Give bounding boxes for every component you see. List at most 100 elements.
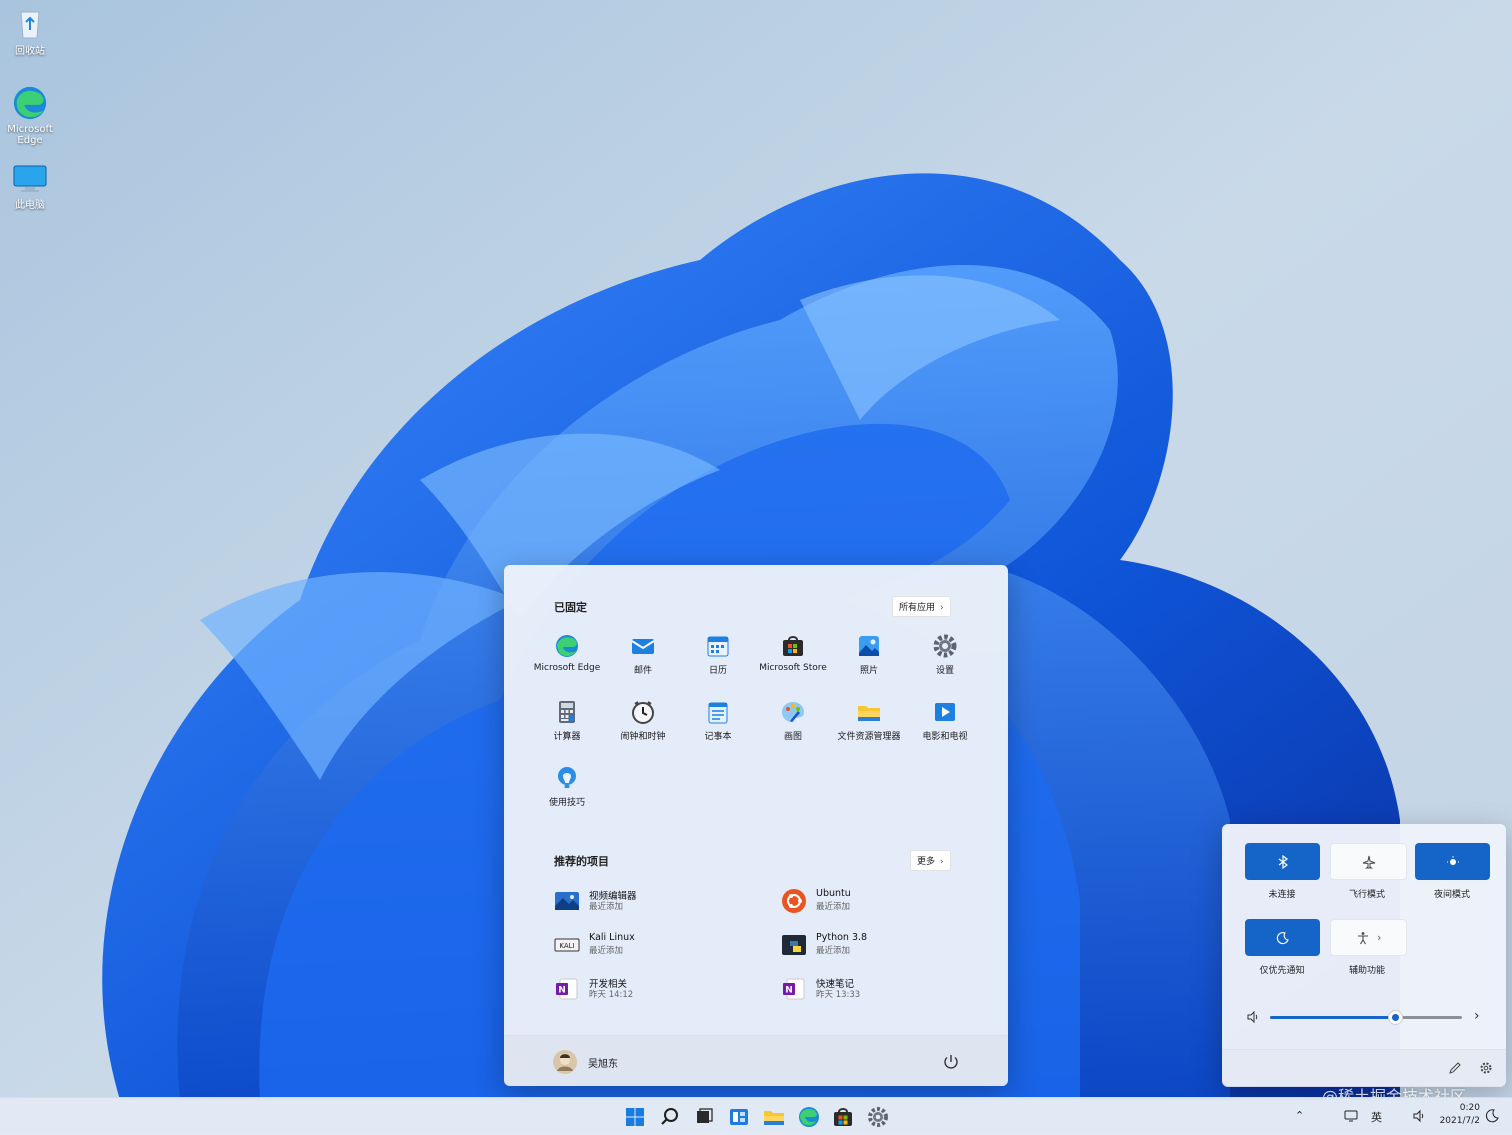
recommended-item-time: 昨天 14:12 bbox=[589, 990, 634, 1000]
desktop-icon-recycle-bin[interactable]: 回收站 bbox=[4, 6, 56, 57]
pinned-app-store[interactable]: Microsoft Store bbox=[755, 633, 831, 673]
desktop-icon-label: Microsoft Edge bbox=[7, 124, 53, 146]
pinned-app-mail[interactable]: 邮件 bbox=[605, 633, 681, 676]
recommended-item-time: 最近添加 bbox=[589, 946, 624, 956]
pinned-app-label: 计算器 bbox=[553, 732, 581, 742]
chevron-right-icon: › bbox=[940, 857, 944, 867]
clock[interactable]: 0:20 2021/7/2 bbox=[1436, 1102, 1480, 1128]
volume-icon[interactable] bbox=[1412, 1108, 1428, 1124]
settings-icon bbox=[933, 634, 957, 658]
recommended-item-video-editor[interactable]: 视频编辑器 最近添加 bbox=[554, 886, 754, 916]
svg-text:N: N bbox=[558, 986, 566, 996]
recommended-section-title: 推荐的项目 bbox=[554, 855, 609, 868]
svg-text:N: N bbox=[785, 986, 793, 996]
pinned-app-clock[interactable]: 闹钟和时钟 bbox=[605, 699, 681, 742]
movies-icon bbox=[935, 703, 955, 721]
pinned-app-notepad[interactable]: 记事本 bbox=[680, 699, 756, 742]
recommended-item-time: 最近添加 bbox=[589, 902, 624, 912]
ime-indicator[interactable]: 英 bbox=[1371, 1109, 1382, 1125]
pinned-app-file-explorer[interactable]: 文件资源管理器 bbox=[831, 699, 907, 742]
more-button[interactable]: 更多 › bbox=[910, 850, 951, 871]
pinned-app-label: 画图 bbox=[783, 732, 802, 742]
tips-icon bbox=[558, 767, 576, 788]
store-icon[interactable] bbox=[830, 1104, 856, 1130]
desktop-icon-edge[interactable]: Microsoft Edge bbox=[4, 84, 56, 146]
start-menu: 已固定 所有应用 › Microsoft Edge 邮件 日历 Microsoft… bbox=[504, 565, 1008, 1086]
python-icon bbox=[782, 935, 806, 955]
chevron-up-icon[interactable]: ⌃ bbox=[1295, 1109, 1304, 1122]
svg-text:KALI: KALI bbox=[559, 942, 574, 950]
settings-icon[interactable] bbox=[865, 1104, 891, 1130]
chevron-right-icon: › bbox=[1377, 931, 1382, 944]
all-apps-button[interactable]: 所有应用 › bbox=[892, 596, 951, 617]
video-editor-icon bbox=[555, 892, 579, 910]
clock-icon bbox=[632, 701, 654, 724]
moon-icon bbox=[1276, 932, 1289, 945]
desktop-icon-this-pc[interactable]: 此电脑 bbox=[4, 164, 56, 211]
avatar bbox=[553, 1050, 577, 1074]
kali-icon: KALI bbox=[554, 938, 580, 952]
pinned-app-label: 邮件 bbox=[633, 666, 652, 676]
widgets-icon[interactable] bbox=[726, 1104, 752, 1130]
pinned-app-settings[interactable]: 设置 bbox=[907, 633, 983, 676]
pinned-app-label: 电影和电视 bbox=[922, 732, 968, 742]
pinned-app-calendar[interactable]: 日历 bbox=[680, 633, 756, 676]
recommended-item-time: 最近添加 bbox=[816, 946, 851, 956]
audio-output-chevron-icon[interactable]: › bbox=[1474, 1008, 1480, 1024]
pinned-app-label: 记事本 bbox=[704, 732, 732, 742]
notepad-icon bbox=[708, 702, 728, 724]
bluetooth-toggle[interactable] bbox=[1245, 843, 1320, 880]
start-menu-footer: 吴旭东 bbox=[504, 1035, 1008, 1086]
pinned-app-photos[interactable]: 照片 bbox=[831, 633, 907, 676]
accessibility-icon bbox=[1357, 932, 1368, 945]
recommended-item-time: 最近添加 bbox=[816, 902, 851, 912]
calendar-icon bbox=[707, 636, 729, 657]
pinned-app-label: 设置 bbox=[935, 666, 954, 676]
chevron-right-icon: › bbox=[940, 603, 944, 613]
settings-gear-icon[interactable] bbox=[1479, 1061, 1493, 1075]
recommended-item-kali-linux[interactable]: KALI Kali Linux 最近添加 bbox=[554, 930, 754, 960]
volume-slider-track[interactable] bbox=[1270, 1011, 1462, 1024]
pinned-app-tips[interactable]: 使用技巧 bbox=[529, 765, 605, 808]
file-explorer-icon[interactable] bbox=[761, 1104, 787, 1130]
pinned-app-calculator[interactable]: 计算器 bbox=[529, 699, 605, 742]
pinned-app-label: Microsoft Store bbox=[759, 663, 827, 673]
network-icon[interactable] bbox=[1343, 1108, 1359, 1124]
onenote-icon: N bbox=[783, 978, 805, 1000]
focus-assist-toggle[interactable] bbox=[1245, 919, 1320, 956]
pinned-app-movies[interactable]: 电影和电视 bbox=[907, 699, 983, 742]
night-light-toggle[interactable] bbox=[1415, 843, 1490, 880]
speaker-icon[interactable] bbox=[1246, 1010, 1260, 1024]
recommended-item-name: Python 3.8 bbox=[816, 932, 868, 943]
pinned-app-label: Microsoft Edge bbox=[533, 663, 601, 673]
recommended-item-python[interactable]: Python 3.8 最近添加 bbox=[781, 930, 981, 960]
pinned-app-edge[interactable]: Microsoft Edge bbox=[529, 633, 605, 673]
edge-icon[interactable] bbox=[796, 1104, 822, 1130]
user-name: 吴旭东 bbox=[588, 1059, 618, 1070]
volume-slider-thumb[interactable] bbox=[1388, 1011, 1402, 1024]
power-icon[interactable] bbox=[942, 1053, 960, 1071]
airplane-icon bbox=[1362, 855, 1375, 869]
accessibility-label: 辅助功能 bbox=[1348, 966, 1385, 976]
quick-settings-panel: 未连接 飞行模式 夜间模式 仅优先通知 › 辅助功能 › bbox=[1222, 824, 1506, 1087]
airplane-mode-toggle[interactable] bbox=[1330, 843, 1407, 880]
all-apps-label: 所有应用 bbox=[899, 603, 936, 613]
onenote-icon: N bbox=[556, 978, 578, 1000]
recommended-item-ubuntu[interactable]: Ubuntu 最近添加 bbox=[781, 886, 981, 916]
photos-icon bbox=[859, 636, 879, 656]
task-view-icon[interactable] bbox=[691, 1104, 717, 1130]
start-icon[interactable] bbox=[622, 1104, 648, 1130]
search-icon[interactable] bbox=[657, 1104, 683, 1130]
desktop-icon-label: 此电脑 bbox=[15, 200, 45, 211]
night-light-label: 夜间模式 bbox=[1433, 890, 1470, 900]
edit-pencil-icon[interactable] bbox=[1448, 1061, 1462, 1075]
desktop-icon-label: 回收站 bbox=[15, 46, 45, 57]
accessibility-toggle[interactable]: › bbox=[1330, 919, 1407, 956]
recommended-item-quick-notes[interactable]: N 快速笔记 昨天 13:33 bbox=[781, 974, 981, 1004]
recommended-item-dev-notes[interactable]: N 开发相关 昨天 14:12 bbox=[554, 974, 754, 1004]
edge-icon bbox=[556, 635, 578, 657]
monitor-icon bbox=[13, 165, 47, 192]
notification-moon-icon[interactable] bbox=[1484, 1108, 1500, 1124]
pinned-app-paint[interactable]: 画图 bbox=[755, 699, 831, 742]
pinned-app-label: 闹钟和时钟 bbox=[620, 732, 666, 742]
